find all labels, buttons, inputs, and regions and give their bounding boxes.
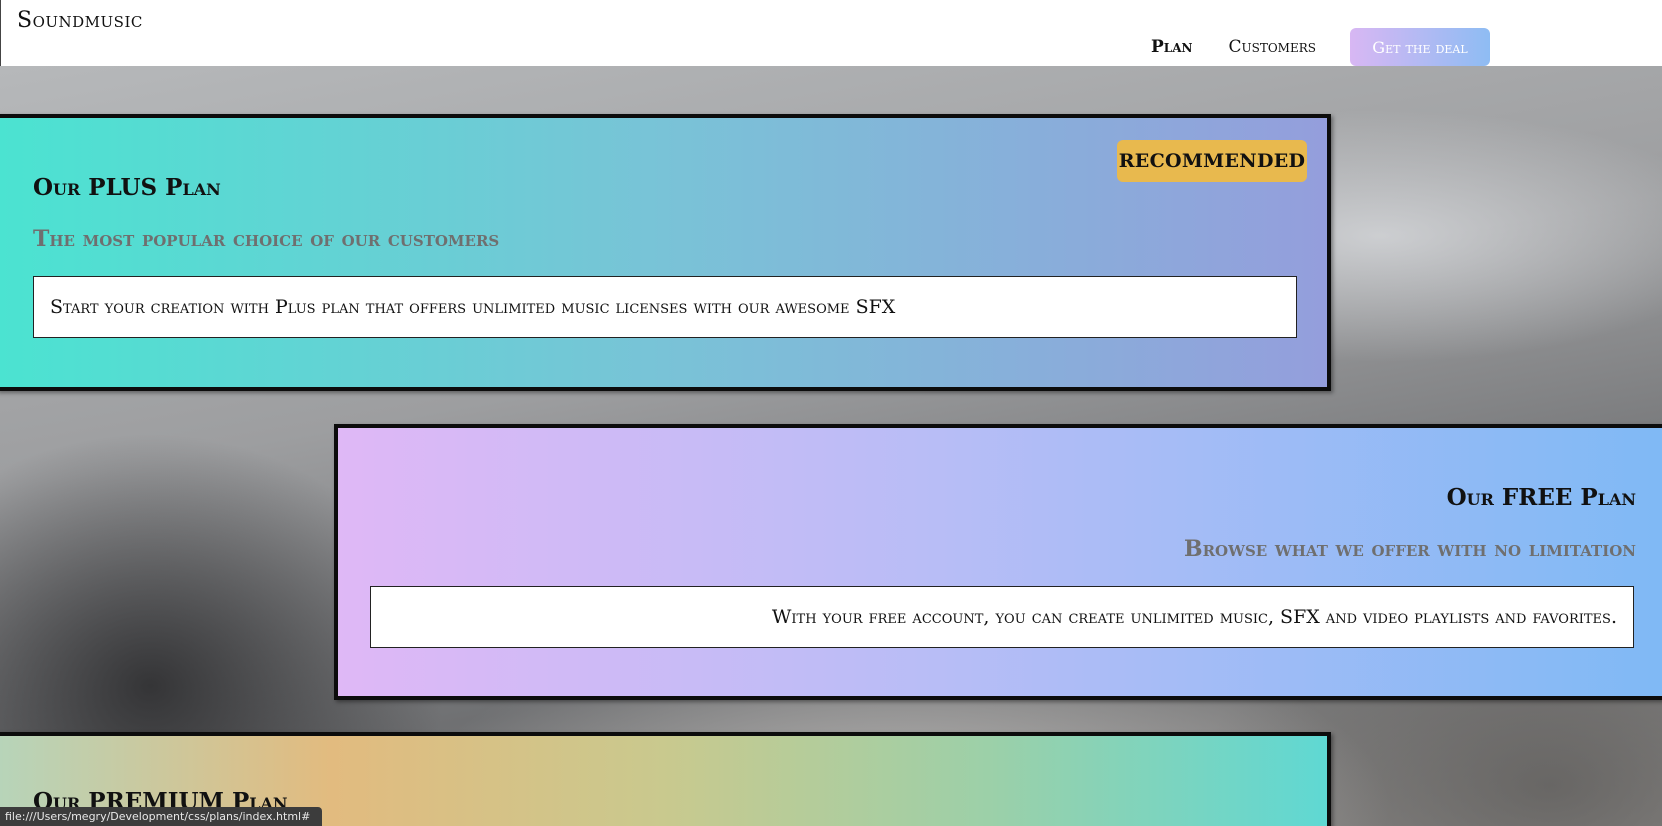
- get-the-deal-button[interactable]: Get the deal: [1350, 28, 1490, 66]
- free-plan-title: Our FREE Plan: [1446, 484, 1636, 511]
- plus-plan-card: RECOMMENDED Our PLUS Plan The most popul…: [0, 114, 1331, 391]
- nav-link-customers[interactable]: Customers: [1229, 29, 1317, 65]
- plus-plan-subtitle: The most popular choice of our customers: [33, 226, 500, 252]
- plus-plan-title: Our PLUS Plan: [33, 174, 221, 201]
- free-plan-description: With your free account, you can create u…: [370, 586, 1634, 648]
- plus-plan-description: Start your creation with Plus plan that …: [33, 276, 1297, 338]
- free-plan-card: Our FREE Plan Browse what we offer with …: [334, 424, 1662, 700]
- site-header: Soundmusic Plan Customers Get the deal: [0, 0, 1662, 66]
- nav-link-plan[interactable]: Plan: [1151, 29, 1193, 65]
- free-plan-subtitle: Browse what we offer with no limitation: [1183, 536, 1636, 562]
- recommended-badge: RECOMMENDED: [1117, 140, 1307, 182]
- main-nav: Plan Customers Get the deal: [1151, 28, 1490, 66]
- browser-status-bar: file:///Users/megry/Development/css/plan…: [0, 807, 322, 826]
- brand-logo[interactable]: Soundmusic: [17, 8, 143, 33]
